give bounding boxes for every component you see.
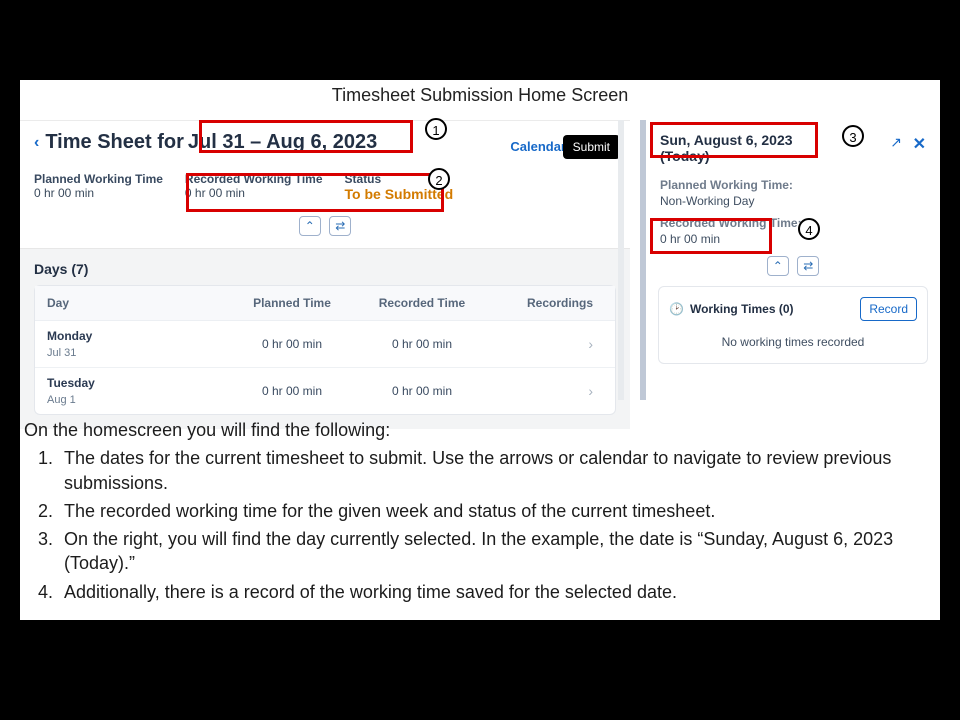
working-times-empty: No working times recorded [669,321,917,353]
working-times-heading: Working Times (0) [690,302,794,316]
col-day: Day [47,296,227,310]
table-row[interactable]: Monday Jul 31 0 hr 00 min 0 hr 00 min › [35,321,615,368]
timesheet-left-panel: ‹ Time Sheet for Jul 31 – Aug 6, 2023 Ca… [20,120,630,400]
shuffle-icon[interactable]: ⇄ [329,216,351,236]
callout-box-1 [199,120,413,153]
row-planned: 0 hr 00 min [227,384,357,398]
calendar-link[interactable]: Calendar [510,139,566,154]
days-heading: Days (7) [34,261,616,277]
record-button[interactable]: Record [860,297,917,321]
panel-divider [618,120,624,400]
col-planned: Planned Time [227,296,357,310]
explanation-intro: On the homescreen you will find the foll… [24,418,934,442]
callout-box-3 [650,122,818,158]
day-name: Monday [47,329,227,343]
day-name: Tuesday [47,376,227,390]
day-date: Aug 1 [47,394,227,406]
toolbar-icons: ⌃ ⇄ [20,216,630,236]
submit-button[interactable]: Submit [563,135,620,159]
row-recorded: 0 hr 00 min [357,384,487,398]
close-icon[interactable]: ✕ [913,134,926,154]
callout-marker-2: 2 [428,168,450,190]
explanation-item: On the right, you will find the day curr… [58,527,934,576]
table-row[interactable]: Tuesday Aug 1 0 hr 00 min 0 hr 00 min › [35,368,615,414]
callout-box-2 [186,173,444,212]
row-planned: 0 hr 00 min [227,337,357,351]
chevron-right-icon: › [588,383,593,399]
explanation-item: Additionally, there is a record of the w… [58,580,934,604]
shuffle-icon[interactable]: ⇄ [797,256,819,276]
callout-marker-1: 1 [425,118,447,140]
doc-title: Timesheet Submission Home Screen [315,80,645,110]
days-section: Days (7) Day Planned Time Recorded Time … [20,248,630,429]
col-recorded: Recorded Time [357,296,487,310]
timesheet-right-panel: Sun, August 6, 2023 (Today) ↗ ✕ Planned … [640,120,940,400]
prev-week-arrow-icon[interactable]: ‹ [34,134,39,152]
day-date: Jul 31 [47,347,227,359]
row-recorded: 0 hr 00 min [357,337,487,351]
planned-label: Planned Working Time [34,172,163,186]
days-table: Day Planned Time Recorded Time Recording… [34,285,616,415]
chevron-right-icon: › [588,336,593,352]
chevron-up-icon[interactable]: ⌃ [299,216,321,236]
right-planned-value: Non-Working Day [660,194,926,208]
expand-icon[interactable]: ↗ [890,134,902,151]
explanation-item: The dates for the current timesheet to s… [58,446,934,495]
explanation-item: The recorded working time for the given … [58,499,934,523]
col-recordings: Recordings [487,296,603,310]
chevron-up-icon[interactable]: ⌃ [767,256,789,276]
right-planned-label: Planned Working Time: [660,178,926,192]
clock-icon: 🕑 [669,302,684,316]
header-prefix: Time Sheet for [45,131,184,154]
callout-marker-3: 3 [842,125,864,147]
explanation-block: On the homescreen you will find the foll… [24,418,934,608]
planned-value: 0 hr 00 min [34,186,163,200]
callout-marker-4: 4 [798,218,820,240]
callout-box-4 [650,218,772,254]
working-times-card: 🕑 Working Times (0) Record No working ti… [658,286,928,364]
